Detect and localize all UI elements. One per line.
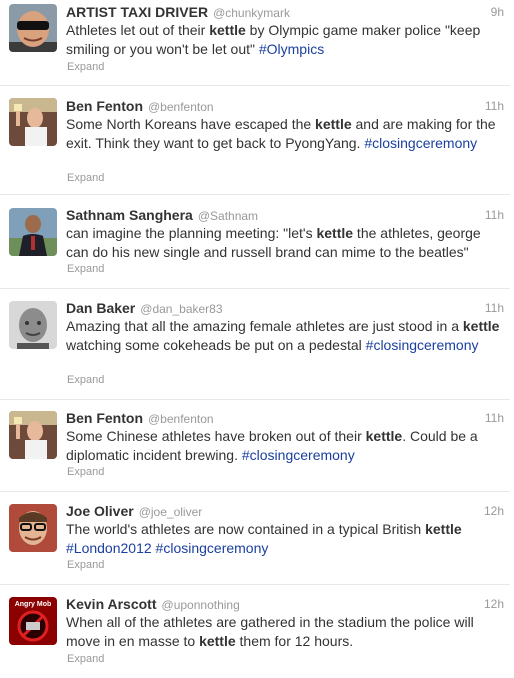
keyword-highlight: kettle xyxy=(365,428,403,444)
expand-link[interactable]: Expand xyxy=(67,374,104,386)
tweet-text: Some Chinese athletes have broken out of… xyxy=(66,427,502,464)
author-handle[interactable]: @benfenton xyxy=(148,100,214,114)
hashtag-link[interactable]: #closingceremony xyxy=(242,447,355,463)
man-with-glasses-avatar-icon[interactable] xyxy=(9,504,57,552)
expand-link[interactable]: Expand xyxy=(67,653,104,665)
tweet-timestamp[interactable]: 11h xyxy=(485,206,504,224)
tweet-text: Some North Koreans have escaped the kett… xyxy=(66,115,502,152)
angry-mob-logo-avatar-icon[interactable]: Angry Mob xyxy=(9,597,57,645)
hashtag-link[interactable]: #Olympics xyxy=(259,41,324,57)
tweet-item[interactable]: Sathnam Sanghera @Sathnam 11h can imagine… xyxy=(0,195,510,289)
tweet-timestamp[interactable]: 11h xyxy=(485,299,504,317)
text-segment: can imagine the planning meeting: "let's xyxy=(66,225,317,241)
text-segment: Athletes let out of their xyxy=(66,22,210,38)
hashtag-link[interactable]: #closingceremony xyxy=(364,135,477,151)
author-handle[interactable]: @chunkymark xyxy=(213,6,290,20)
man-raising-glass-avatar-icon[interactable] xyxy=(9,411,57,459)
text-segment: Some Chinese athletes have broken out of… xyxy=(66,428,366,444)
author-handle[interactable]: @joe_oliver xyxy=(139,505,203,519)
text-segment: The world's athletes are now contained i… xyxy=(66,521,426,537)
keyword-highlight: kettle xyxy=(462,318,500,334)
tweet-text: can imagine the planning meeting: "let's… xyxy=(66,224,502,261)
sunglasses-man-avatar-icon[interactable] xyxy=(9,4,57,52)
author-handle[interactable]: @Sathnam xyxy=(198,209,258,223)
tweet-timestamp[interactable]: 11h xyxy=(485,97,504,115)
man-raising-glass-avatar-icon[interactable] xyxy=(9,98,57,146)
hashtag-link[interactable]: #London2012 xyxy=(66,540,152,556)
expand-link[interactable]: Expand xyxy=(67,172,104,184)
expand-link[interactable]: Expand xyxy=(67,263,104,275)
author-name[interactable]: Ben Fenton xyxy=(66,98,143,114)
tweet-item[interactable]: ARTIST TAXI DRIVER @chunkymark 9h Athlete… xyxy=(0,0,510,86)
text-segment: watching some cokeheads be put on a pede… xyxy=(66,336,366,353)
tweet-text: When all of the athletes are gathered in… xyxy=(66,613,502,650)
expand-link[interactable]: Expand xyxy=(67,466,104,478)
tweet-timestamp[interactable]: 9h xyxy=(491,3,504,21)
author-name[interactable]: ARTIST TAXI DRIVER xyxy=(66,4,208,20)
hashtag-link[interactable]: #closingceremony xyxy=(156,540,269,556)
tweet-timeline: ARTIST TAXI DRIVER @chunkymark 9h Athlete… xyxy=(0,0,514,678)
keyword-highlight: kettle xyxy=(315,116,352,132)
tweet-item[interactable]: Ben Fenton @benfenton 11h Some Chinese at… xyxy=(0,400,510,492)
author-handle[interactable]: @uponnothing xyxy=(162,598,240,612)
tweet-item[interactable]: Dan Baker @dan_baker83 11h Amazing that a… xyxy=(0,289,510,400)
keyword-highlight: kettle xyxy=(199,632,236,649)
tweet-item[interactable]: Angry Mob Kevin Arscott @uponnothing 12h … xyxy=(0,585,510,678)
author-name[interactable]: Kevin Arscott xyxy=(66,596,157,612)
tweet-text: The world's athletes are now contained i… xyxy=(66,520,502,557)
tweet-text: Athletes let out of their kettle by Olym… xyxy=(66,21,502,58)
author-name[interactable]: Dan Baker xyxy=(66,300,135,316)
author-name[interactable]: Ben Fenton xyxy=(66,410,143,426)
bald-man-portrait-avatar-icon[interactable] xyxy=(9,301,57,349)
author-handle[interactable]: @dan_baker83 xyxy=(140,302,222,316)
tweet-item[interactable]: Joe Oliver @joe_oliver 12h The world's at… xyxy=(0,492,510,585)
expand-link[interactable]: Expand xyxy=(67,61,104,73)
tweet-text: Amazing that all the amazing female athl… xyxy=(66,317,502,354)
hashtag-link[interactable]: #closingceremony xyxy=(366,337,479,353)
author-name[interactable]: Sathnam Sanghera xyxy=(66,207,193,223)
tweet-timestamp[interactable]: 12h xyxy=(484,595,504,613)
tweet-timestamp[interactable]: 12h xyxy=(484,502,504,520)
avatar-logo-text: Angry Mob xyxy=(15,601,52,608)
author-name[interactable]: Joe Oliver xyxy=(66,503,134,519)
keyword-highlight: kettle xyxy=(209,22,246,38)
tweet-timestamp[interactable]: 11h xyxy=(485,409,504,427)
text-segment: them for 12 hours. xyxy=(235,632,354,649)
text-segment: Some North Koreans have escaped the xyxy=(66,116,316,132)
tweet-item[interactable]: Ben Fenton @benfenton 11h Some North Kore… xyxy=(0,86,510,195)
expand-link[interactable]: Expand xyxy=(67,559,104,571)
man-in-suit-outdoors-avatar-icon[interactable] xyxy=(9,208,57,256)
keyword-highlight: kettle xyxy=(316,225,354,241)
keyword-highlight: kettle xyxy=(425,521,462,537)
author-handle[interactable]: @benfenton xyxy=(148,412,214,426)
text-segment: Amazing that all the amazing female athl… xyxy=(66,318,463,334)
